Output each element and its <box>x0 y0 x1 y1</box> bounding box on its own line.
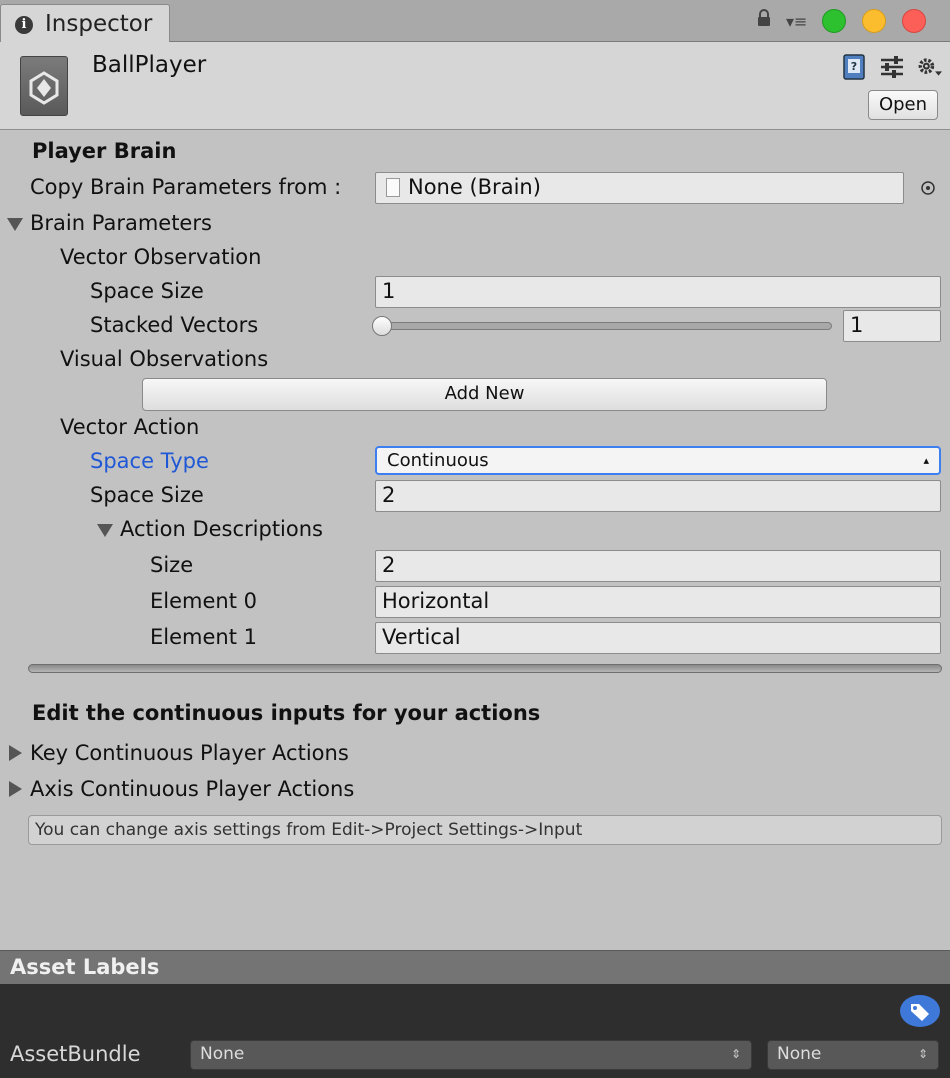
space-type-dropdown[interactable]: Continuous ▴ <box>375 446 941 475</box>
copy-brain-label: Copy Brain Parameters from : <box>30 175 342 199</box>
svg-text:?: ? <box>851 60 857 73</box>
section-title-player-brain: Player Brain <box>32 139 177 163</box>
minimize-button[interactable] <box>862 9 886 33</box>
brain-parameters-foldout[interactable]: Brain Parameters <box>30 211 212 235</box>
lock-icon[interactable] <box>756 9 772 27</box>
action-space-size-label: Space Size <box>90 483 204 507</box>
descriptions-size-field[interactable]: 2 <box>375 550 941 582</box>
stacked-vectors-label: Stacked Vectors <box>90 313 259 337</box>
object-picker-icon[interactable] <box>920 180 936 196</box>
space-type-value: Continuous <box>387 450 489 471</box>
stacked-vectors-field[interactable]: 1 <box>843 310 941 342</box>
asset-labels-header[interactable]: Asset Labels <box>0 950 950 984</box>
copy-brain-field[interactable]: None (Brain) <box>375 172 904 204</box>
axis-actions-foldout-arrow-icon[interactable] <box>9 781 22 797</box>
document-icon <box>386 178 400 197</box>
object-name: BallPlayer <box>92 52 207 78</box>
help-book-icon[interactable]: ? <box>841 54 867 80</box>
brain-parameters-foldout-arrow-icon[interactable] <box>7 218 23 231</box>
vector-action-label: Vector Action <box>60 415 200 439</box>
asset-labels-title: Asset Labels <box>10 955 160 979</box>
dropdown-arrows-icon: ▴ <box>923 454 929 467</box>
assetbundle-label: AssetBundle <box>10 1042 141 1066</box>
assetbundle-name-value: None <box>200 1044 245 1064</box>
label-tag-icon[interactable] <box>900 995 940 1027</box>
element-0-field[interactable]: Horizontal <box>375 586 941 618</box>
tab-label: Inspector <box>45 11 153 37</box>
element-1-label: Element 1 <box>150 625 257 649</box>
assetbundle-name-dropdown[interactable]: None ⇕ <box>190 1040 752 1070</box>
action-descriptions-foldout-arrow-icon[interactable] <box>97 524 113 537</box>
copy-brain-value: None (Brain) <box>408 175 541 199</box>
close-button[interactable] <box>902 9 926 33</box>
dropdown-arrows-icon: ⇕ <box>730 1047 741 1061</box>
object-header: BallPlayer ? Open <box>0 42 950 130</box>
inputs-section-title: Edit the continuous inputs for your acti… <box>32 701 541 725</box>
descriptions-size-label: Size <box>150 553 194 577</box>
asset-labels-panel: AssetBundle None ⇕ None ⇕ <box>0 984 950 1078</box>
action-descriptions-foldout[interactable]: Action Descriptions <box>120 517 323 541</box>
element-1-field[interactable]: Vertical <box>375 622 941 654</box>
obs-space-size-label: Space Size <box>90 279 204 303</box>
tab-inspector[interactable]: i Inspector <box>0 4 170 42</box>
action-space-size-field[interactable]: 2 <box>375 480 941 512</box>
open-button[interactable]: Open <box>868 90 938 120</box>
assetbundle-variant-dropdown[interactable]: None ⇕ <box>767 1040 939 1070</box>
vector-observation-label: Vector Observation <box>60 245 262 269</box>
stacked-vectors-slider-thumb[interactable] <box>372 316 392 336</box>
assetbundle-variant-value: None <box>777 1044 822 1064</box>
info-icon: i <box>15 16 33 34</box>
window-toolbar: i Inspector ▾≡ <box>0 0 950 42</box>
obs-space-size-field[interactable]: 1 <box>375 276 941 308</box>
preset-sliders-icon[interactable] <box>879 54 905 80</box>
unity-asset-icon <box>20 56 68 116</box>
element-0-label: Element 0 <box>150 589 257 613</box>
section-divider <box>28 664 942 673</box>
maximize-button[interactable] <box>822 9 846 33</box>
context-menu-icon[interactable]: ▾≡ <box>786 12 807 31</box>
stacked-vectors-slider-track[interactable] <box>380 322 832 330</box>
axis-help-box: You can change axis settings from Edit->… <box>28 815 942 845</box>
visual-observations-label: Visual Observations <box>60 347 269 371</box>
space-type-label: Space Type <box>90 449 209 473</box>
key-actions-foldout-arrow-icon[interactable] <box>9 745 22 761</box>
axis-actions-foldout[interactable]: Axis Continuous Player Actions <box>30 777 354 801</box>
key-actions-foldout[interactable]: Key Continuous Player Actions <box>30 741 349 765</box>
gear-icon[interactable] <box>916 54 942 80</box>
add-new-button[interactable]: Add New <box>142 378 827 411</box>
inspector-content: Player Brain Copy Brain Parameters from … <box>0 131 950 950</box>
dropdown-arrows-icon: ⇕ <box>917 1047 928 1061</box>
